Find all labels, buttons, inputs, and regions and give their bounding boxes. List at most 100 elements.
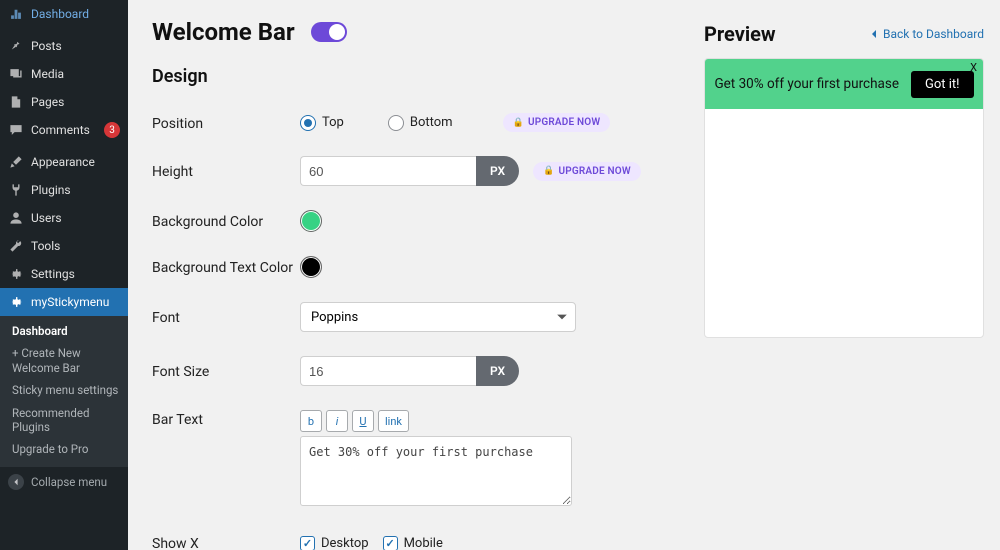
- editor-italic-button[interactable]: i: [326, 410, 348, 432]
- editor-bold-button[interactable]: b: [300, 410, 322, 432]
- form-panel: Welcome Bar Design Position Top Bottom 🔒…: [152, 18, 680, 550]
- height-label: Height: [152, 162, 300, 180]
- sidebar-item-media[interactable]: Media: [0, 60, 128, 88]
- radio-label: Top: [322, 115, 344, 130]
- enable-toggle[interactable]: [311, 22, 347, 42]
- sidebar-item-label: Settings: [31, 267, 120, 281]
- collapse-menu-button[interactable]: Collapse menu: [0, 467, 128, 497]
- preview-panel: Preview Back to Dashboard Get 30% off yo…: [704, 18, 984, 338]
- plug-icon: [8, 182, 24, 198]
- sidebar-sub-sticky-settings[interactable]: Sticky menu settings: [0, 379, 128, 401]
- collapse-menu-label: Collapse menu: [31, 475, 107, 489]
- showx-mobile-checkbox[interactable]: Mobile: [383, 536, 443, 550]
- sidebar-sub-upgrade[interactable]: Upgrade to Pro: [0, 438, 128, 460]
- row-position: Position Top Bottom 🔒 UPGRADE NOW: [152, 105, 680, 148]
- editor-underline-button[interactable]: U: [352, 410, 374, 432]
- font-value: Poppins: [311, 310, 358, 325]
- upgrade-now-button[interactable]: 🔒 UPGRADE NOW: [533, 162, 641, 181]
- bgcolor-label: Background Color: [152, 212, 300, 230]
- sidebar-item-label: Media: [31, 67, 120, 81]
- comment-icon: [8, 122, 24, 138]
- showx-label: Show X: [152, 534, 300, 550]
- font-label: Font: [152, 308, 300, 326]
- sidebar-item-pages[interactable]: Pages: [0, 88, 128, 116]
- row-show-x: Show X Desktop Mobile: [152, 526, 680, 550]
- sidebar-item-comments[interactable]: Comments 3: [0, 116, 128, 144]
- sidebar-item-label: Plugins: [31, 183, 120, 197]
- check-label: Mobile: [404, 536, 443, 550]
- sidebar-item-label: Appearance: [31, 155, 120, 169]
- fontsize-label: Font Size: [152, 362, 300, 380]
- sidebar-item-dashboard[interactable]: Dashboard: [0, 0, 128, 28]
- font-select[interactable]: Poppins: [300, 302, 576, 332]
- row-bar-text: Bar Text b i U link: [152, 402, 680, 526]
- user-icon: [8, 210, 24, 226]
- preview-cta-button[interactable]: Got it!: [911, 71, 974, 98]
- sidebar-item-appearance[interactable]: Appearance: [0, 148, 128, 176]
- pin-icon: [8, 38, 24, 54]
- sidebar-item-plugins[interactable]: Plugins: [0, 176, 128, 204]
- section-title: Design: [152, 66, 680, 87]
- collapse-icon: [8, 474, 24, 490]
- sidebar-item-label: Comments: [31, 123, 97, 137]
- fontsize-input[interactable]: [300, 356, 476, 386]
- position-label: Position: [152, 114, 300, 132]
- sidebar-submenu: Dashboard + Create New Welcome Bar Stick…: [0, 316, 128, 467]
- bartext-textarea[interactable]: [300, 436, 572, 506]
- gear-icon: [8, 294, 24, 310]
- bartext-label: Bar Text: [152, 410, 300, 428]
- sidebar-sub-create[interactable]: + Create New Welcome Bar: [0, 342, 128, 379]
- row-text-color: Background Text Color: [152, 248, 680, 294]
- sidebar-item-mystickymenu[interactable]: myStickymenu: [0, 288, 128, 316]
- chevron-left-icon: [869, 29, 879, 39]
- lock-icon: 🔒: [513, 118, 524, 128]
- row-height: Height PX 🔒 UPGRADE NOW: [152, 148, 680, 202]
- back-to-dashboard-link[interactable]: Back to Dashboard: [869, 27, 984, 41]
- preview-title: Preview: [704, 22, 776, 46]
- radio-label: Bottom: [410, 115, 453, 130]
- textcolor-swatch[interactable]: [300, 256, 322, 278]
- sidebar-item-settings[interactable]: Settings: [0, 260, 128, 288]
- dashboard-icon: [8, 6, 24, 22]
- sidebar-sub-recommended[interactable]: Recommended Plugins: [0, 402, 128, 439]
- row-font-size: Font Size PX: [152, 348, 680, 402]
- row-font: Font Poppins: [152, 294, 680, 348]
- sidebar-item-label: Pages: [31, 95, 120, 109]
- sidebar-item-users[interactable]: Users: [0, 204, 128, 232]
- main-content: Welcome Bar Design Position Top Bottom 🔒…: [128, 0, 1000, 550]
- upgrade-label: UPGRADE NOW: [558, 166, 630, 177]
- upgrade-label: UPGRADE NOW: [528, 117, 600, 128]
- upgrade-now-button[interactable]: 🔒 UPGRADE NOW: [503, 113, 611, 132]
- gear-icon: [8, 266, 24, 282]
- lock-icon: 🔒: [543, 166, 554, 176]
- position-bottom-radio[interactable]: Bottom: [388, 115, 453, 131]
- row-bg-color: Background Color: [152, 202, 680, 248]
- preview-frame: Get 30% off your first purchase Got it! …: [704, 58, 984, 338]
- sidebar-item-label: Posts: [31, 39, 120, 53]
- sidebar-item-label: Tools: [31, 239, 120, 253]
- bartext-editor: b i U link: [300, 410, 572, 510]
- editor-link-button[interactable]: link: [378, 410, 409, 432]
- sidebar-sub-dashboard[interactable]: Dashboard: [0, 320, 128, 342]
- position-top-radio[interactable]: Top: [300, 115, 344, 131]
- comments-count-badge: 3: [104, 122, 120, 138]
- preview-bar-text: Get 30% off your first purchase: [714, 76, 899, 92]
- preview-bar: Get 30% off your first purchase Got it! …: [705, 59, 983, 109]
- sidebar-item-label: myStickymenu: [31, 295, 120, 309]
- preview-close-button[interactable]: X: [970, 61, 977, 74]
- back-label: Back to Dashboard: [883, 27, 984, 41]
- admin-sidebar: Dashboard Posts Media Pages Comments 3 A…: [0, 0, 128, 550]
- page-icon: [8, 94, 24, 110]
- sidebar-item-label: Dashboard: [31, 7, 120, 21]
- wrench-icon: [8, 238, 24, 254]
- page-title: Welcome Bar: [152, 18, 295, 46]
- check-label: Desktop: [321, 536, 369, 550]
- height-input[interactable]: [300, 156, 476, 186]
- bgcolor-swatch[interactable]: [300, 210, 322, 232]
- sidebar-item-tools[interactable]: Tools: [0, 232, 128, 260]
- brush-icon: [8, 154, 24, 170]
- showx-desktop-checkbox[interactable]: Desktop: [300, 536, 369, 550]
- sidebar-item-posts[interactable]: Posts: [0, 32, 128, 60]
- sidebar-item-label: Users: [31, 211, 120, 225]
- textcolor-label: Background Text Color: [152, 258, 300, 276]
